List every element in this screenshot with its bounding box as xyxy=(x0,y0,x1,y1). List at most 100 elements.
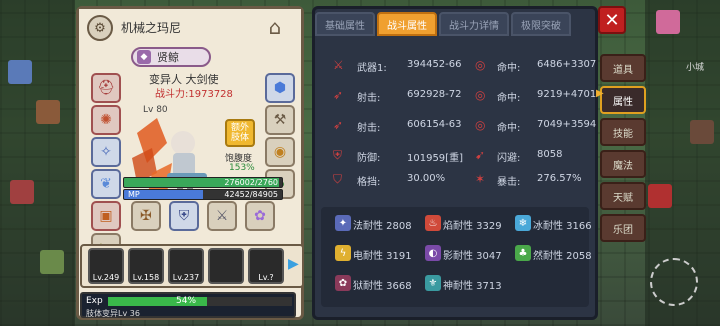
world-tile xyxy=(648,184,672,208)
stat-label: 格挡: xyxy=(357,177,381,188)
stat-row: ➶ 射击: 692928-72 ◎ 命中: 9219+4701 xyxy=(333,87,596,105)
equip-slot-pet[interactable]: ✿ xyxy=(245,201,275,231)
stat-value: 7049+3594 xyxy=(537,119,597,130)
world-left-area xyxy=(0,0,75,326)
equip-slot-necklace[interactable]: ✺ xyxy=(91,105,121,135)
party-slot[interactable]: Lv.249 xyxy=(88,248,124,284)
party-slot[interactable]: Lv.? xyxy=(248,248,284,284)
minimap-label: 小城 xyxy=(686,63,705,73)
resistance-box: ✦ 法耐性 2808 ♨ 焰耐性 3329 ❄ 冰耐性 3166 ϟ 电耐性 3… xyxy=(321,207,592,307)
party-slot[interactable]: Lv.237 xyxy=(168,248,204,284)
side-item-attributes[interactable]: ▶ 属性 xyxy=(596,86,646,114)
feather-icon: ❦ xyxy=(100,176,112,192)
stat-label: 命中: xyxy=(497,93,521,104)
dodge-icon: ➹ xyxy=(475,148,486,162)
exp-percent: 54% xyxy=(176,296,197,306)
stat-value: 394452-66 xyxy=(407,59,462,70)
equip-slot-wings[interactable]: ✧ xyxy=(91,137,121,167)
equip-slot-helmet[interactable]: ⛑ xyxy=(91,73,121,103)
mp-label: MP xyxy=(128,190,140,199)
side-item-items[interactable]: 道具 xyxy=(600,54,646,82)
stats-tabs: 基础属性 战斗属性 战斗力详情 极限突破 xyxy=(315,9,595,37)
shoot-icon: ➶ xyxy=(333,88,344,102)
party-bar: Lv.249 Lv.158 Lv.237 Lv.? ▶ xyxy=(80,244,304,288)
tab-basic-attributes[interactable]: 基础属性 xyxy=(315,12,375,36)
defense-icon: ⛨ xyxy=(333,148,343,162)
power-text: 战斗力:1973728 xyxy=(155,89,233,100)
target-icon: ◎ xyxy=(475,88,486,102)
party-next-arrow-icon[interactable]: ▶ xyxy=(288,256,300,276)
lightning-resistance-icon: ϟ xyxy=(335,245,351,261)
world-tile xyxy=(36,100,60,124)
target-icon: ◎ xyxy=(475,118,486,132)
side-item-label: 属性 xyxy=(613,96,633,108)
side-item-talents[interactable]: 天赋 xyxy=(600,182,646,210)
hanger-icon[interactable]: ⌂ xyxy=(261,13,289,41)
stat-row: ⛨ 防御: 101959[重] ➹ 闪避: 8058 xyxy=(333,147,593,165)
side-item-skills[interactable]: 技能 xyxy=(600,118,646,146)
stat-label: 闪避: xyxy=(497,153,521,164)
stat-row: ⛉ 格挡: 30.00% ✶ 暴击: 276.57% xyxy=(333,171,593,189)
hp-mp-bars: 276002/2760 MP 42452/84905 xyxy=(123,177,283,203)
stat-value: 692928-72 xyxy=(407,89,462,100)
extra-limb-button[interactable]: 额外肢体 xyxy=(225,119,255,147)
world-tile xyxy=(690,120,714,144)
close-icon: ✕ xyxy=(604,9,620,31)
divine-resistance-icon: ⚜ xyxy=(425,275,441,291)
equip-slot-belt[interactable]: ◉ xyxy=(265,137,295,167)
tab-combat-attributes[interactable]: 战斗属性 xyxy=(377,12,437,36)
hell-resistance-icon: ✿ xyxy=(335,275,351,291)
target-icon: ◎ xyxy=(475,58,486,72)
wings-icon: ✧ xyxy=(100,144,112,160)
title-text: 贤鲸 xyxy=(157,51,179,64)
stat-value: 606154-63 xyxy=(407,119,462,130)
helmet-icon: ⛑ xyxy=(97,80,115,96)
block-icon: ⛉ xyxy=(333,172,343,186)
shadow-resistance-icon: ◐ xyxy=(425,245,441,261)
character-header: ⚙ 机械之玛尼 ⌂ xyxy=(79,9,301,43)
tab-limit-break[interactable]: 极限突破 xyxy=(511,12,571,36)
stat-value: 276.57% xyxy=(537,173,582,184)
stat-label: 武器1: xyxy=(357,63,387,74)
side-item-band[interactable]: 乐团 xyxy=(600,214,646,242)
equip-slot-tool[interactable]: ⚒ xyxy=(265,105,295,135)
party-slot[interactable]: Lv.158 xyxy=(128,248,164,284)
side-menu: 道具 ▶ 属性 技能 魔法 天赋 乐团 xyxy=(596,54,648,246)
equip-slot-weapon[interactable]: ✠ xyxy=(131,201,161,231)
stat-row: ➶ 射击: 606154-63 ◎ 命中: 7049+3594 xyxy=(333,117,597,135)
necklace-icon: ✺ xyxy=(100,112,112,128)
equip-slot-shield[interactable]: ⛨ xyxy=(169,201,199,231)
stat-row: ⚔ 武器1: 394452-66 ◎ 命中: 6486+3307 xyxy=(333,57,596,75)
equip-slot-feather[interactable]: ❦ xyxy=(91,169,121,199)
hp-value: 276002/2760 xyxy=(224,178,278,187)
joystick[interactable] xyxy=(650,258,698,306)
stat-label: 射击: xyxy=(357,93,381,104)
shield-icon: ⛨ xyxy=(178,208,190,224)
world-tile xyxy=(10,180,34,204)
active-arrow-icon: ▶ xyxy=(596,88,604,99)
close-button[interactable]: ✕ xyxy=(598,6,626,34)
chest-icon: ▣ xyxy=(99,208,113,224)
stat-label: 命中: xyxy=(497,123,521,134)
mp-value: 42452/84905 xyxy=(224,190,278,199)
equip-slot-badge[interactable]: ⬢ xyxy=(265,73,295,103)
world-tile xyxy=(8,60,32,84)
mp-bar: MP 42452/84905 xyxy=(123,189,283,200)
ice-resistance-icon: ❄ xyxy=(515,215,531,231)
exp-track xyxy=(108,297,292,306)
crossbow-icon: ✠ xyxy=(140,208,152,224)
world-tile xyxy=(656,10,680,34)
equip-slot-chest[interactable]: ▣ xyxy=(91,201,121,231)
equip-slot-gun[interactable]: ⚔ xyxy=(207,201,237,231)
title-badge-icon: ◆ xyxy=(137,50,151,64)
party-slot[interactable] xyxy=(208,248,244,284)
stat-label: 防御: xyxy=(357,153,381,164)
stat-label: 命中: xyxy=(497,63,521,74)
title-tag[interactable]: ◆ 贤鲸 xyxy=(131,47,211,67)
exp-label: Exp xyxy=(86,296,103,306)
belt-icon: ◉ xyxy=(273,144,287,160)
side-item-magic[interactable]: 魔法 xyxy=(600,150,646,178)
fire-resistance-icon: ♨ xyxy=(425,215,441,231)
tab-power-details[interactable]: 战斗力详情 xyxy=(439,12,509,36)
pet-icon: ✿ xyxy=(254,208,266,224)
